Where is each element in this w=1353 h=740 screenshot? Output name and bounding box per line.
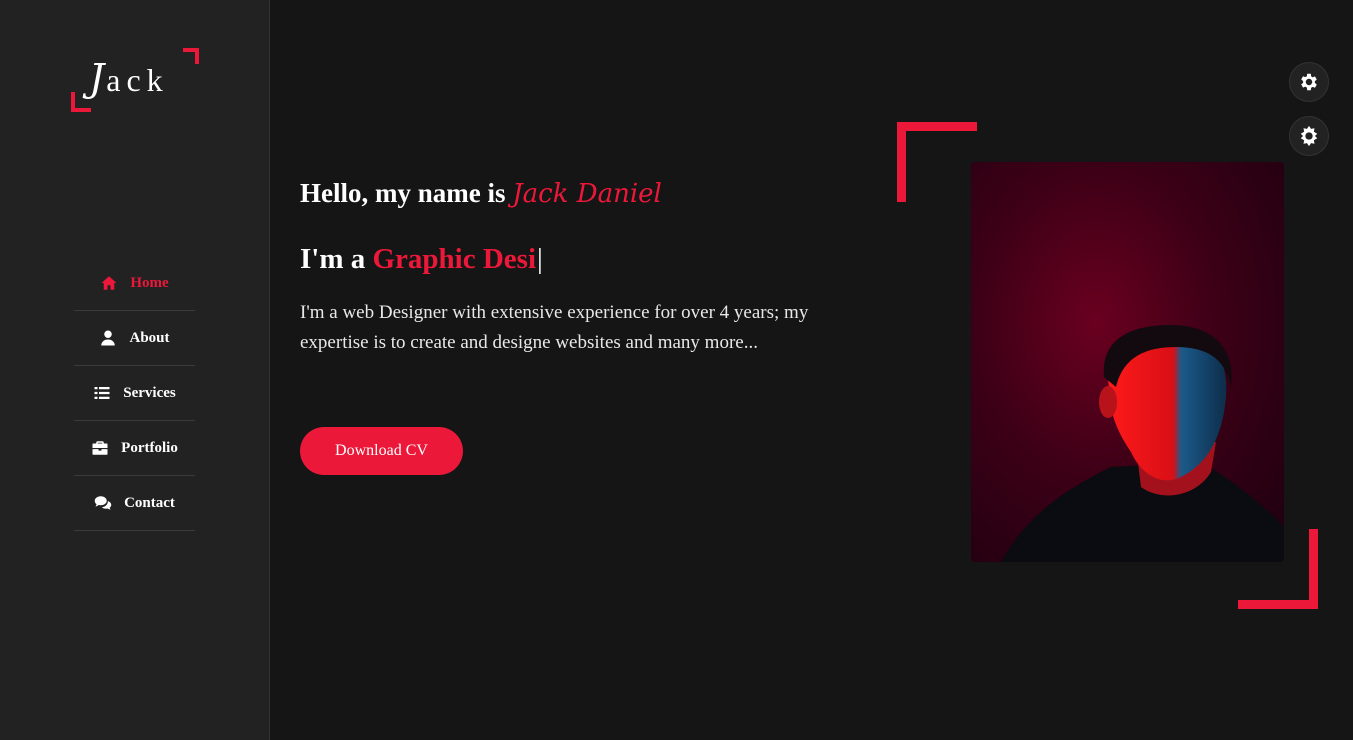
logo-first-letter: J [89, 56, 107, 100]
logo-rest: ack [106, 62, 169, 98]
nav-item-services[interactable]: Services [74, 366, 195, 421]
logo-corner-top-right [183, 48, 199, 64]
gear-icon [1301, 73, 1317, 91]
nav-item-label: About [129, 329, 170, 346]
logo-corner-bottom-left [71, 92, 91, 112]
home-icon [101, 276, 117, 290]
sun-icon [1300, 125, 1318, 147]
nav-item-label: Services [123, 384, 176, 401]
profile-photo [971, 162, 1284, 562]
hero-description: I'm a web Designer with extensive experi… [300, 302, 809, 353]
user-icon [101, 330, 116, 346]
main-nav: Home About Services Portfolio Contact [74, 256, 195, 531]
logo-text: Jack [89, 56, 169, 100]
nav-item-home[interactable]: Home [74, 256, 195, 311]
sidebar: Jack Home About Services Portfolio Conta… [0, 0, 270, 740]
briefcase-icon [92, 441, 108, 455]
download-cv-button[interactable]: Download CV [300, 427, 463, 475]
photo-frame-top-left [897, 122, 977, 202]
hero-role: I'm a Graphic Desi| [300, 243, 543, 276]
nav-item-about[interactable]: About [74, 311, 195, 366]
list-icon [94, 387, 110, 399]
nav-item-portfolio[interactable]: Portfolio [74, 421, 195, 476]
role-typed-text: Graphic Desi [372, 243, 537, 275]
typing-cursor: | [537, 243, 543, 275]
style-switcher-button[interactable] [1289, 62, 1329, 102]
nav-item-contact[interactable]: Contact [74, 476, 195, 531]
nav-item-label: Contact [124, 494, 175, 511]
comments-icon [94, 496, 112, 510]
theme-toggle-button[interactable] [1289, 116, 1329, 156]
hero-greeting: Hello, my name is Jack Daniel [300, 178, 662, 209]
hero-name: Jack Daniel [512, 179, 662, 209]
role-prefix: I'm a [300, 243, 366, 275]
greeting-text: Hello, my name is [300, 178, 506, 208]
nav-item-label: Home [130, 274, 169, 291]
logo[interactable]: Jack [71, 48, 199, 112]
nav-item-label: Portfolio [121, 439, 178, 456]
